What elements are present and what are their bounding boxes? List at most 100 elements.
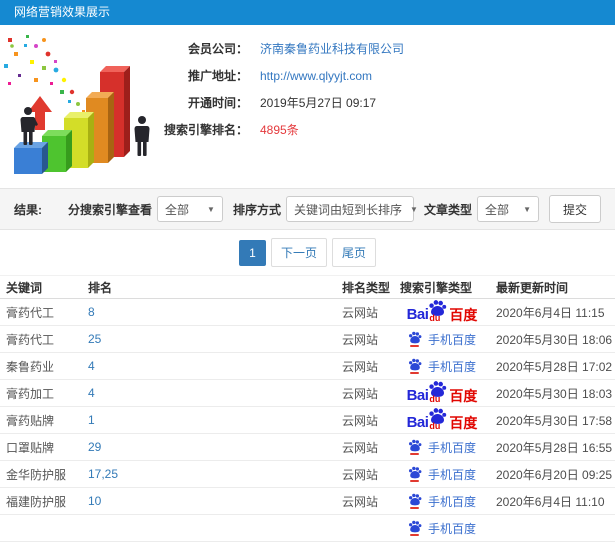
rank-link[interactable]: 1 <box>88 413 95 427</box>
rank-cell <box>82 514 336 542</box>
keyword-cell: 福建防护服 <box>0 487 82 515</box>
rank-link[interactable]: 4 <box>88 359 95 373</box>
engine-select-value: 全部 <box>164 202 189 217</box>
results-table: 关键词 排名 排名类型 搜索引擎类型 最新更新时间 膏药代工 8 云网站 Bai d… <box>0 275 615 542</box>
baidu-mobile-logo: 手机百度 <box>408 331 476 348</box>
table-row: 金华防护服 17,25 云网站 手机百度 2020年6月20日 09:25 <box>0 460 615 488</box>
engine-select[interactable]: 全部 ▼ <box>156 196 223 222</box>
rank-type-cell: 云网站 <box>336 325 394 353</box>
chevron-down-icon: ▼ <box>207 204 215 214</box>
engine-type-cell: 手机百度 <box>394 487 490 515</box>
baidu-mobile-logo: 手机百度 <box>408 493 476 510</box>
rank-type-cell: 云网站 <box>336 406 394 434</box>
company-label: 会员公司： <box>187 42 248 56</box>
filter-bar: 结果: 分搜索引擎查看 全部 ▼ 排序方式 关键词由短到长排序 ▼ 文章类型 全… <box>0 188 615 230</box>
company-link[interactable]: 济南秦鲁药业科技有限公司 <box>260 40 404 57</box>
baidu-du-text: du <box>429 420 441 431</box>
engine-type-cell: Bai du 百度 <box>394 379 490 407</box>
baidu-mobile-label: 手机百度 <box>427 440 476 455</box>
filter-controls: 分搜索引擎查看 全部 ▼ 排序方式 关键词由短到长排序 ▼ 文章类型 全部 ▼ … <box>58 195 601 223</box>
baidu-paw-icon <box>408 439 422 452</box>
growth-chart-illustration <box>0 30 170 185</box>
engine-type-cell: 手机百度 <box>394 514 490 542</box>
baidu-paw-icon <box>408 358 422 371</box>
article-type-label: 文章类型 <box>423 202 472 217</box>
baidu-mobile-underline <box>410 480 420 482</box>
baidu-cn-text: 百度 <box>449 306 478 323</box>
rank-cell: 17,25 <box>82 460 336 488</box>
pagination: 1 下一页 尾页 <box>0 230 615 275</box>
baidu-paw-icon <box>408 493 422 506</box>
page-1-button[interactable]: 1 <box>238 239 266 266</box>
field-company: 会员公司： 济南秦鲁药业科技有限公司 <box>160 35 404 62</box>
table-row: 膏药代工 8 云网站 Bai du 百度 2020年6月4日 11:15 <box>0 298 615 326</box>
header-update-time: 最新更新时间 <box>490 275 615 299</box>
rank-cell: 1 <box>82 406 336 434</box>
update-time-cell: 2020年5月30日 18:06 <box>490 325 615 353</box>
baidu-cn-text: 百度 <box>449 387 478 404</box>
last-page-button[interactable]: 尾页 <box>332 238 377 267</box>
baidu-paw-icon <box>408 466 422 479</box>
baidu-mobile-logo: 手机百度 <box>408 439 476 456</box>
field-open-time: 开通时间： 2019年5月27日 09:17 <box>160 89 404 116</box>
rank-type-cell: 云网站 <box>336 460 394 488</box>
keyword-cell: 膏药加工 <box>0 379 82 407</box>
open-time-label: 开通时间： <box>187 96 248 110</box>
chevron-down-icon: ▼ <box>409 204 418 214</box>
table-header-row: 关键词 排名 排名类型 搜索引擎类型 最新更新时间 <box>0 275 615 299</box>
baidu-mobile-logo: 手机百度 <box>408 520 476 537</box>
rank-link[interactable]: 8 <box>88 305 95 319</box>
rank-link[interactable]: 4 <box>88 386 95 400</box>
rank-link[interactable]: 29 <box>88 440 101 454</box>
rank-link[interactable]: 10 <box>88 494 101 508</box>
field-rank-count: 搜索引擎排名： 4895条 <box>160 116 404 143</box>
baidu-mobile-label: 手机百度 <box>427 521 476 536</box>
company-fields: 会员公司： 济南秦鲁药业科技有限公司 推广地址： http://www.qlyy… <box>160 35 404 143</box>
baidu-bai-text: Bai <box>406 305 429 323</box>
chevron-down-icon: ▼ <box>523 204 531 214</box>
update-time-cell: 2020年6月4日 11:15 <box>490 298 615 326</box>
baidu-mobile-logo: 手机百度 <box>408 358 476 375</box>
engine-type-cell: 手机百度 <box>394 460 490 488</box>
rank-type-cell: 云网站 <box>336 379 394 407</box>
header-keyword: 关键词 <box>0 275 82 299</box>
rank-type-cell: 云网站 <box>336 433 394 461</box>
update-time-cell: 2020年5月28日 16:55 <box>490 433 615 461</box>
baidu-mobile-logo: 手机百度 <box>408 466 476 483</box>
result-label: 结果: <box>14 202 42 217</box>
article-type-select-value: 全部 <box>484 202 509 217</box>
keyword-cell: 膏药贴牌 <box>0 406 82 434</box>
promotion-url-link[interactable]: http://www.qlyyjt.com <box>260 69 372 83</box>
engine-filter-label: 分搜索引擎查看 <box>67 202 152 217</box>
baidu-pc-logo: Bai du 百度 <box>406 299 478 323</box>
rank-cell: 4 <box>82 379 336 407</box>
sort-select[interactable]: 关键词由短到长排序 ▼ <box>285 196 418 222</box>
update-time-cell: 2020年5月30日 18:03 <box>490 379 615 407</box>
engine-type-cell: 手机百度 <box>394 433 490 461</box>
baidu-bai-text: Bai <box>406 413 429 431</box>
baidu-mobile-underline <box>410 507 420 509</box>
baidu-mobile-underline <box>410 345 420 347</box>
sort-label: 排序方式 <box>232 202 281 217</box>
businessman-right <box>134 116 150 156</box>
rank-count-value: 4895条 <box>260 123 299 137</box>
next-page-button[interactable]: 下一页 <box>270 238 327 267</box>
article-type-select[interactable]: 全部 ▼ <box>476 196 539 222</box>
engine-type-cell: 手机百度 <box>394 352 490 380</box>
table-row: 秦鲁药业 4 云网站 手机百度 2020年5月28日 17:02 <box>0 352 615 380</box>
rank-link[interactable]: 25 <box>88 332 101 346</box>
rank-type-cell: 云网站 <box>336 487 394 515</box>
rank-cell: 10 <box>82 487 336 515</box>
engine-type-cell: Bai du 百度 <box>394 406 490 434</box>
baidu-bai-text: Bai <box>406 386 429 404</box>
keyword-cell: 膏药代工 <box>0 298 82 326</box>
table-row: 膏药代工 25 云网站 手机百度 2020年5月30日 18:06 <box>0 325 615 353</box>
baidu-cn-text: 百度 <box>449 414 478 431</box>
submit-button[interactable]: 提交 <box>548 195 601 223</box>
table-row: 手机百度 <box>0 514 615 542</box>
baidu-mobile-label: 手机百度 <box>427 467 476 482</box>
rank-link[interactable]: 17,25 <box>88 467 118 481</box>
baidu-mobile-label: 手机百度 <box>427 332 476 347</box>
baidu-paw-icon <box>408 520 422 533</box>
update-time-cell <box>490 514 615 542</box>
